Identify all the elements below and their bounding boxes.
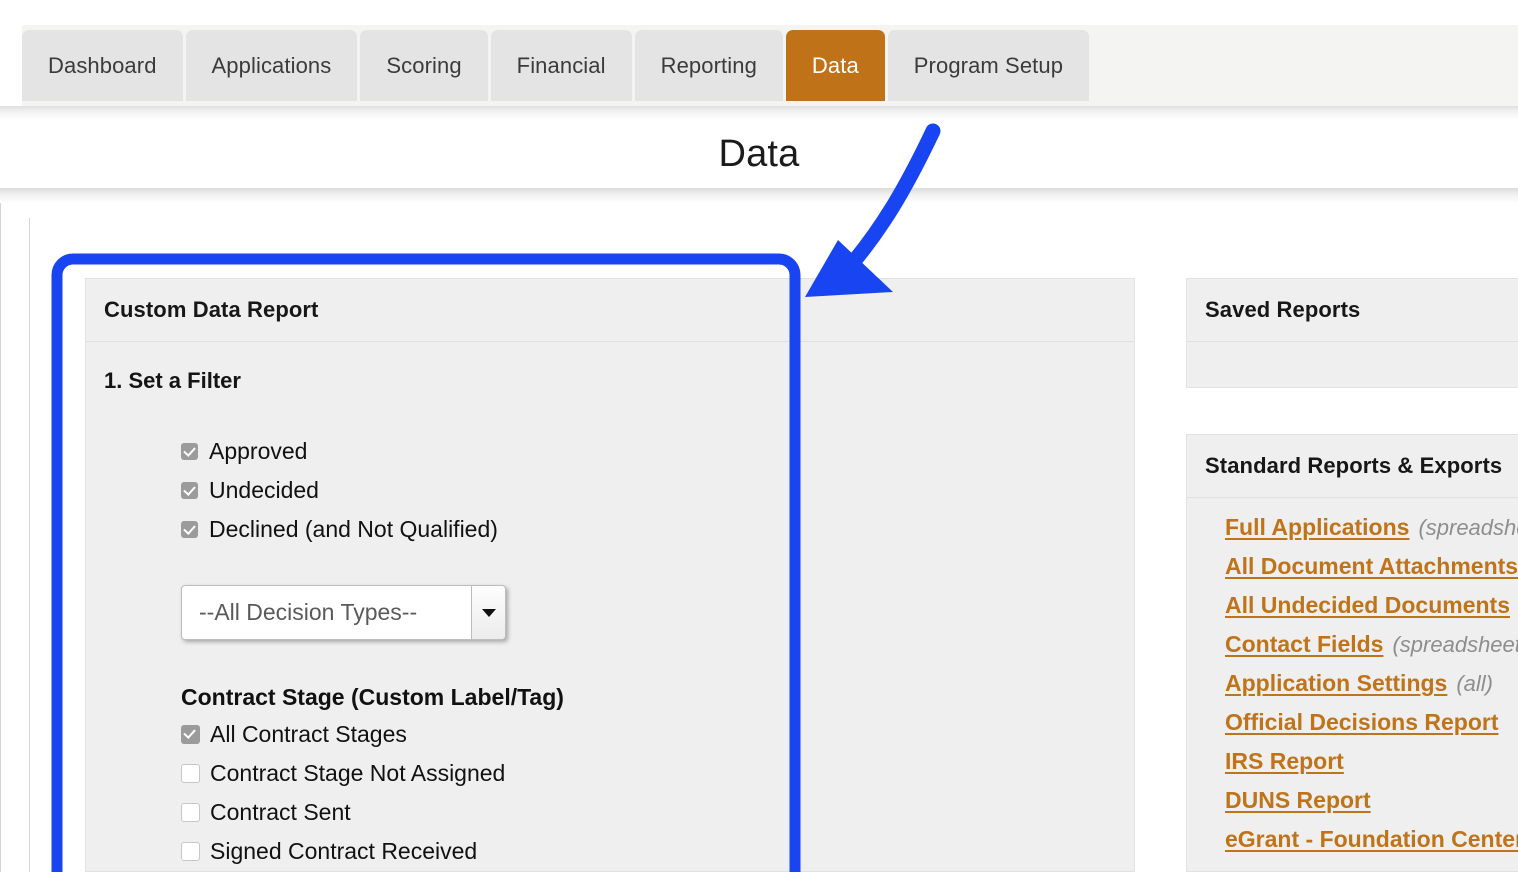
checkbox-unchecked-icon[interactable] [181, 842, 200, 861]
standard-report-row[interactable]: All Undecided Documents [1225, 586, 1518, 625]
standard-report-row[interactable]: All Document Attachments [1225, 547, 1518, 586]
decision-type-select-value[interactable]: --All Decision Types-- [181, 585, 471, 640]
decision-type-select-button[interactable] [471, 585, 506, 640]
decision-checkbox-label: Declined (and Not Qualified) [209, 516, 498, 542]
set-a-filter-title: 1. Set a Filter [104, 368, 241, 393]
contract-stage-checkbox-label: Contract Sent [210, 799, 351, 825]
standard-report-link[interactable]: Application Settings [1225, 670, 1447, 697]
tab-reporting[interactable]: Reporting [634, 30, 783, 101]
app-root: Dashboard Applications Scoring Financial Rep… [0, 0, 1518, 872]
decision-checkbox-label: Undecided [209, 477, 319, 503]
checkbox-unchecked-icon[interactable] [181, 803, 200, 822]
standard-report-link[interactable]: Full Applications [1225, 514, 1409, 541]
checkbox-checked-icon[interactable] [181, 725, 200, 744]
contract-stage-title: Contract Stage (Custom Label/Tag) [181, 684, 564, 710]
checkbox-checked-icon[interactable] [181, 443, 198, 460]
standard-report-link[interactable]: DUNS Report [1225, 787, 1371, 814]
standard-report-link[interactable]: IRS Report [1225, 748, 1344, 775]
decision-type-select[interactable]: --All Decision Types-- [181, 585, 506, 640]
checkbox-checked-icon[interactable] [181, 521, 198, 538]
saved-reports-header: Saved Reports [1187, 279, 1518, 342]
page-title: Data [718, 133, 800, 175]
standard-report-row[interactable]: IRS Report [1225, 742, 1518, 781]
page-title-shadow [0, 188, 1518, 203]
contract-stage-checkbox-label: Signed Contract Received [210, 838, 478, 864]
decision-checkbox-row[interactable]: Undecided [181, 471, 1134, 510]
tab-data[interactable]: Data [785, 30, 885, 101]
tab-financial[interactable]: Financial [490, 30, 632, 101]
standard-report-link[interactable]: All Undecided Documents [1225, 592, 1510, 619]
standard-report-link[interactable]: Official Decisions Report [1225, 709, 1499, 736]
tab-program-setup[interactable]: Program Setup [887, 30, 1090, 101]
decision-checkbox-row[interactable]: Declined (and Not Qualified) [181, 510, 1134, 549]
custom-data-report-panel: Custom Data Report 1. Set a Filter Appro… [85, 278, 1135, 872]
checkbox-checked-icon[interactable] [181, 482, 198, 499]
standard-report-note: (all) [1456, 670, 1494, 696]
standard-report-row[interactable]: Application Settings (all) [1225, 664, 1518, 703]
contract-stage-checkbox-group: All Contract Stages Contract Stage Not As… [181, 715, 1134, 871]
contract-stage-checkbox-label: All Contract Stages [210, 721, 407, 747]
standard-report-row[interactable]: Official Decisions Report [1225, 703, 1518, 742]
contract-stage-checkbox-label: Contract Stage Not Assigned [210, 760, 506, 786]
main-tab-bar: Dashboard Applications Scoring Financial Rep… [22, 30, 1090, 101]
saved-reports-panel: Saved Reports [1186, 278, 1518, 388]
decision-status-checkbox-group: Approved Undecided Declined (and Not Quali… [181, 432, 1134, 549]
saved-reports-body [1187, 342, 1518, 392]
contract-stage-checkbox-row[interactable]: Contract Stage Not Assigned [181, 754, 1134, 793]
standard-report-note: (spreadsheet) [1392, 631, 1518, 657]
standard-report-row[interactable]: Contact Fields (spreadsheet) [1225, 625, 1518, 664]
checkbox-unchecked-icon[interactable] [181, 764, 200, 783]
decision-checkbox-row[interactable]: Approved [181, 432, 1134, 471]
standard-report-row[interactable]: eGrant - Foundation Center [1225, 820, 1518, 859]
chevron-down-icon [481, 608, 496, 617]
standard-report-row[interactable]: Full Applications (spreadsheet) [1225, 508, 1518, 547]
standard-reports-header: Standard Reports & Exports [1187, 435, 1518, 498]
tab-scoring[interactable]: Scoring [360, 30, 488, 101]
tab-applications[interactable]: Applications [185, 30, 358, 101]
standard-report-link[interactable]: All Document Attachments [1225, 553, 1518, 580]
standard-report-link[interactable]: eGrant - Foundation Center [1225, 826, 1518, 853]
page-title-band: Data [0, 120, 1518, 188]
standard-report-note: (spreadsheet) [1418, 514, 1518, 540]
standard-reports-panel: Standard Reports & Exports Full Applicat… [1186, 434, 1518, 872]
custom-data-report-header: Custom Data Report [86, 279, 1134, 342]
custom-data-report-body: 1. Set a Filter Approved Undecided Decline… [86, 368, 1134, 871]
contract-stage-checkbox-row[interactable]: All Contract Stages [181, 715, 1134, 754]
contract-stage-checkbox-row[interactable]: Contract Sent [181, 793, 1134, 832]
decision-checkbox-label: Approved [209, 438, 308, 464]
contract-stage-checkbox-row[interactable]: Signed Contract Received [181, 832, 1134, 871]
standard-reports-body: Full Applications (spreadsheet) All Docume… [1187, 498, 1518, 872]
standard-report-row[interactable]: DUNS Report [1225, 781, 1518, 820]
tab-dashboard[interactable]: Dashboard [22, 30, 183, 101]
nav-strip-shadow [0, 106, 1518, 120]
standard-report-link[interactable]: Contact Fields [1225, 631, 1383, 658]
